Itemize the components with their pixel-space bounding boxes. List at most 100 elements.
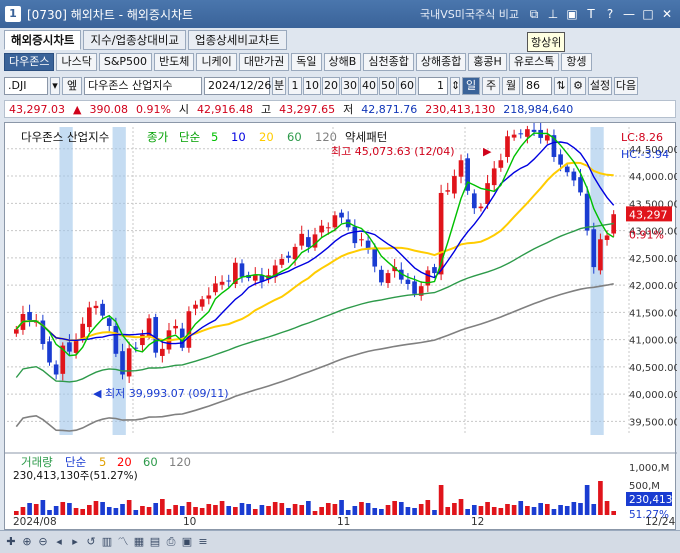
minute-option-40[interactable]: 40 xyxy=(360,77,378,95)
volume-bar xyxy=(578,503,583,515)
market-button-2[interactable]: S&P500 xyxy=(98,53,153,71)
crosshair-icon[interactable]: ✚ xyxy=(4,535,18,549)
count-input[interactable]: 1 xyxy=(418,77,448,95)
volume-bar xyxy=(133,510,139,515)
volume-bar xyxy=(53,506,59,515)
volume-bar xyxy=(319,507,324,515)
pan-left-icon[interactable]: ◂ xyxy=(52,535,66,549)
market-button-4[interactable]: 니케이 xyxy=(196,53,237,71)
market-button-10[interactable]: 홍콩H xyxy=(468,53,507,71)
close-icon[interactable]: ✕ xyxy=(660,7,674,21)
tab-overseas-chart[interactable]: 해외증시차트 xyxy=(4,30,82,50)
volume-bar xyxy=(571,502,577,515)
candle xyxy=(286,255,291,258)
x-tick-label: 11 xyxy=(337,516,350,528)
market-button-5[interactable]: 대만가권 xyxy=(238,53,290,71)
search-button[interactable]: 엪 xyxy=(62,77,82,95)
y-tick-label: 42,500.00 xyxy=(629,254,677,265)
volume-bar xyxy=(47,510,52,515)
market-button-0[interactable]: 다우존스 xyxy=(4,53,55,71)
volume-bar xyxy=(505,504,510,515)
period-count-input[interactable]: 86 xyxy=(522,77,552,95)
table-icon[interactable]: ▤ xyxy=(148,535,162,549)
volume-bar xyxy=(604,501,610,515)
volume-bar xyxy=(584,485,590,515)
volume-bar xyxy=(544,504,550,515)
period-week[interactable]: 주 xyxy=(482,77,500,95)
font-icon[interactable]: T xyxy=(584,7,598,21)
market-button-7[interactable]: 상해B xyxy=(323,53,362,71)
link-icon[interactable]: ⧉ xyxy=(527,7,541,21)
minute-option-20[interactable]: 20 xyxy=(322,77,340,95)
bar-chart-icon[interactable]: ▥ xyxy=(100,535,114,549)
symbol-dropdown[interactable]: ▾ xyxy=(50,77,60,95)
market-button-9[interactable]: 상해종합 xyxy=(415,53,467,71)
compare-link[interactable]: 국내VS미국주식 비교 xyxy=(420,6,519,22)
minimize-icon[interactable]: — xyxy=(622,7,636,21)
minute-option-60[interactable]: 60 xyxy=(398,77,416,95)
price-bar: 43,297.03 ▲ 390.08 0.91% 시 42,916.48 고 4… xyxy=(4,100,676,118)
chart-panel[interactable]: 44,500.00 44,000.00 43,500.00 43,000.00 42,5… xyxy=(4,121,680,531)
volume-bar xyxy=(531,507,537,515)
market-button-3[interactable]: 반도체 xyxy=(154,53,195,71)
candle xyxy=(498,160,504,168)
legend-ma-5: 5 xyxy=(211,130,218,144)
candle xyxy=(93,305,99,309)
print-icon[interactable]: ⎙ xyxy=(164,535,178,549)
count-stepper[interactable]: ⇕ xyxy=(450,77,460,95)
volume-bar xyxy=(478,506,484,515)
candle xyxy=(458,160,464,177)
volume-legend-ma-120: 120 xyxy=(169,455,191,469)
candle xyxy=(584,193,590,231)
pan-right-icon[interactable]: ▸ xyxy=(68,535,82,549)
minute-option-30[interactable]: 30 xyxy=(341,77,359,95)
help-icon[interactable]: ? xyxy=(603,7,617,21)
market-button-12[interactable]: 항셍 xyxy=(561,53,592,71)
candle xyxy=(564,166,570,173)
maximize-icon[interactable]: □ xyxy=(641,7,655,21)
grid-icon[interactable]: ▦ xyxy=(132,535,146,549)
lock-icon[interactable]: ▣ xyxy=(565,7,579,21)
market-button-6[interactable]: 독일 xyxy=(291,53,322,71)
minute-option-50[interactable]: 50 xyxy=(379,77,397,95)
candle xyxy=(511,134,517,138)
volume-bar xyxy=(219,501,225,515)
gear-icon[interactable]: ⚙ xyxy=(570,77,586,95)
settings-button[interactable]: 설정 xyxy=(588,77,612,95)
reset-icon[interactable]: ↺ xyxy=(84,535,98,549)
minute-option-10[interactable]: 10 xyxy=(303,77,321,95)
market-button-1[interactable]: 나스닥 xyxy=(56,53,97,71)
candle xyxy=(73,340,79,353)
volume-bar xyxy=(498,508,504,515)
pin-icon[interactable]: ⊥ xyxy=(546,7,560,21)
minute-button[interactable]: 분 xyxy=(272,77,286,95)
candle xyxy=(485,183,490,204)
market-button-11[interactable]: 유로스톡 xyxy=(508,53,560,71)
save-icon[interactable]: ▣ xyxy=(180,535,194,549)
menu-icon[interactable]: ≡ xyxy=(196,535,210,549)
candle xyxy=(299,233,305,246)
volume-bar xyxy=(418,504,424,515)
last-pct-label: 0.91% xyxy=(629,228,664,241)
candle xyxy=(578,177,583,193)
tab-index-compare[interactable]: 지수/업종상대비교 xyxy=(83,30,186,50)
market-button-8[interactable]: 심천종합 xyxy=(363,53,414,71)
line-chart-icon[interactable]: 〽 xyxy=(116,535,130,549)
zoom-in-icon[interactable]: ⊕ xyxy=(20,535,34,549)
period-month[interactable]: 월 xyxy=(502,77,520,95)
price-chart[interactable]: 44,500.0044,000.0043,500.0043,000.0042,5… xyxy=(5,121,680,531)
date-input[interactable]: 2024/12/26 xyxy=(204,77,271,95)
chart-type-icon[interactable]: ⇅ xyxy=(554,77,568,95)
volume-bar xyxy=(339,500,344,515)
volume-bar xyxy=(299,505,305,515)
next-button[interactable]: 다음 xyxy=(614,77,638,95)
volume-bar xyxy=(126,500,132,515)
period-day[interactable]: 일 xyxy=(462,77,480,95)
volume-bar xyxy=(286,508,291,515)
zoom-out-icon[interactable]: ⊖ xyxy=(36,535,50,549)
volume-bar xyxy=(193,507,198,515)
tab-sector-compare[interactable]: 업종상세비교차트 xyxy=(188,30,287,50)
candle xyxy=(518,133,524,135)
minute-option-1[interactable]: 1 xyxy=(288,77,302,95)
symbol-input[interactable]: .DJI xyxy=(4,77,48,95)
